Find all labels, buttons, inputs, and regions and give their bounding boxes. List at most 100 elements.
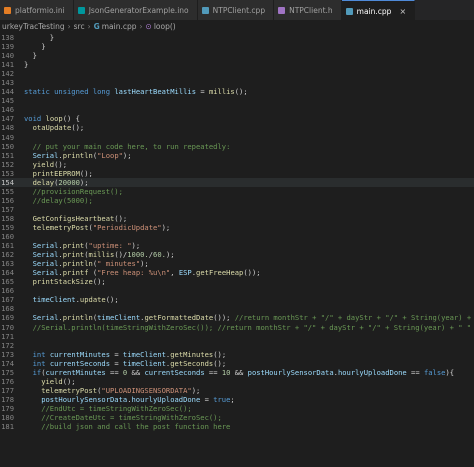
code-line[interactable]: 144 static unsigned long lastHeartBeatMil… [0, 87, 474, 96]
line-number: 140 [1, 51, 14, 61]
code-text: if(currentMinutes == 0 && currentSeconds… [32, 367, 455, 377]
chevron-right-icon: › [139, 22, 143, 31]
code-line[interactable]: 180 //CreateDateUtc = timeStringWithZero… [0, 413, 474, 422]
line-number: 159 [1, 222, 14, 232]
code-line[interactable]: 161 Serial.print("uptime: "); [0, 241, 474, 250]
code-text: Serial.println(" minutes"); [32, 259, 149, 269]
code-line[interactable]: 174 int currentSeconds = timeClient.getS… [0, 359, 474, 368]
line-number: 152 [1, 159, 14, 169]
code-line[interactable]: 152 yield(); [0, 160, 474, 169]
tab-ntpclient-h[interactable]: NTPClient.h [274, 0, 342, 20]
line-number: 150 [1, 141, 14, 151]
tab-label: main.cpp [356, 6, 392, 16]
code-line[interactable]: 145 [0, 96, 474, 105]
code-line[interactable]: 163 Serial.println(" minutes"); [0, 259, 474, 268]
line-number: 176 [1, 376, 14, 386]
h-file-icon [278, 6, 286, 14]
code-line[interactable]: 153 printEEPROM(); [0, 169, 474, 178]
code-text: } [24, 60, 29, 70]
line-number: 173 [1, 349, 14, 359]
code-line[interactable]: 148 otaUpdate(); [0, 123, 474, 132]
tab-jsongeneratorexample-ino[interactable]: JsonGeneratorExample.ino [73, 0, 198, 20]
line-number: 143 [1, 78, 14, 88]
code-line[interactable]: 173 int currentMinutes = timeClient.getM… [0, 350, 474, 359]
code-text: Serial.print(millis()/1000./60.); [32, 250, 175, 260]
code-line[interactable]: 178 postHourlySensorData.hourlyUploadDon… [0, 395, 474, 404]
code-line[interactable]: 158 GetConfigsHeartbeat(); [0, 214, 474, 223]
code-text: otaUpdate(); [32, 123, 85, 133]
code-line[interactable]: 140 } [0, 51, 474, 60]
code-line[interactable]: 157 [0, 205, 474, 214]
code-line[interactable]: 162 Serial.print(millis()/1000./60.); [0, 250, 474, 259]
code-line[interactable]: 150 // put your main code here, to run r… [0, 142, 474, 151]
tab-platformio-ini[interactable]: platformio.ini [0, 0, 74, 20]
code-text: Serial.print("uptime: "); [32, 241, 141, 251]
code-line[interactable]: 179 //EndUtc = timeStringWithZeroSec(); [0, 404, 474, 413]
line-number: 163 [1, 259, 14, 269]
cpp-file-icon: G [93, 22, 100, 31]
code-text: Serial.printf ("Free heap: %u\n", ESP.ge… [32, 268, 261, 278]
code-line[interactable]: 175 if(currentMinutes == 0 && currentSec… [0, 368, 474, 377]
line-number: 169 [1, 313, 14, 323]
code-line[interactable]: 143 [0, 78, 474, 87]
line-number: 170 [1, 322, 14, 332]
code-line[interactable]: 168 [0, 304, 474, 313]
line-number: 145 [1, 96, 14, 106]
line-number: 165 [1, 277, 14, 287]
code-line[interactable]: 149 [0, 133, 474, 142]
code-line[interactable]: 170 //Serial.println(timeStringWithZeroS… [0, 323, 474, 332]
code-line[interactable]: 154 delay(20000); [0, 177, 474, 187]
code-line[interactable]: 147 void loop() { [0, 114, 474, 123]
code-line[interactable]: 172 [0, 341, 474, 350]
code-line[interactable]: 155 //provisionRequest(); [0, 187, 474, 196]
code-text: delay(20000); [32, 177, 89, 187]
breadcrumb-symbol[interactable]: loop() [154, 22, 176, 31]
code-line[interactable]: 177 telemetryPost("UPLOADINGSENSORDATA")… [0, 386, 474, 395]
close-icon[interactable]: × [399, 7, 406, 16]
breadcrumb-project[interactable]: urkeyTracTesting [2, 22, 65, 31]
code-text: //CreateDateUtc = timeStringWithZeroSec(… [41, 412, 222, 422]
code-line[interactable]: 166 [0, 286, 474, 295]
breadcrumb-folder[interactable]: src [74, 22, 85, 31]
function-cube-icon: ⊙ [145, 22, 152, 31]
code-text: } [24, 42, 46, 52]
line-number: 168 [1, 304, 14, 314]
line-number: 166 [1, 286, 14, 296]
code-text: postHourlySensorData.hourlyUploadDone = … [41, 394, 235, 404]
code-line[interactable]: 169 Serial.println(timeClient.getFormatt… [0, 313, 474, 322]
code-line[interactable]: 139 } [0, 42, 474, 51]
line-number: 151 [1, 150, 14, 160]
tab-ntpclient-cpp[interactable]: NTPClient.cpp [197, 0, 275, 20]
code-text: timeClient.update(); [32, 295, 119, 305]
editor-tab-bar: platformio.ini JsonGeneratorExample.ino NT… [0, 0, 474, 21]
line-number: 142 [1, 69, 14, 79]
code-line[interactable]: 138 } [0, 33, 474, 42]
code-line[interactable]: 165 printStackSize(); [0, 277, 474, 286]
code-line[interactable]: 176 yield(); [0, 377, 474, 386]
code-line[interactable]: 181 //build json and call the post funct… [0, 422, 474, 431]
line-number: 156 [1, 195, 14, 205]
line-number: 157 [1, 204, 14, 214]
code-text: int currentMinutes = timeClient.getMinut… [32, 349, 227, 359]
code-editor[interactable]: 138 } 139 } 140 } 141} 142 143 144 static unsig… [0, 33, 474, 467]
code-line[interactable]: 156 //delay(5000); [0, 196, 474, 205]
code-text: //delay(5000); [32, 195, 93, 205]
code-text: void loop() { [24, 114, 80, 124]
code-line[interactable]: 171 [0, 332, 474, 341]
line-number: 177 [1, 385, 14, 395]
code-text: static unsigned long lastHeartBeatMillis… [24, 87, 248, 97]
line-number: 148 [1, 123, 14, 133]
code-line[interactable]: 151 Serial.println("Loop"); [0, 151, 474, 160]
code-line[interactable]: 142 [0, 69, 474, 78]
code-line[interactable]: 159 telemetryPost("PeriodicUpdate"); [0, 223, 474, 232]
breadcrumb-file[interactable]: main.cpp [102, 22, 137, 31]
code-line[interactable]: 146 [0, 105, 474, 114]
code-line[interactable]: 164 Serial.printf ("Free heap: %u\n", ES… [0, 268, 474, 277]
code-text: yield(); [41, 376, 76, 386]
code-line[interactable]: 160 [0, 232, 474, 241]
code-line[interactable]: 141} [0, 60, 474, 69]
ini-file-icon [4, 6, 11, 14]
line-number: 139 [1, 42, 14, 52]
code-line[interactable]: 167 timeClient.update(); [0, 295, 474, 304]
tab-main-cpp[interactable]: main.cpp × [341, 0, 416, 20]
